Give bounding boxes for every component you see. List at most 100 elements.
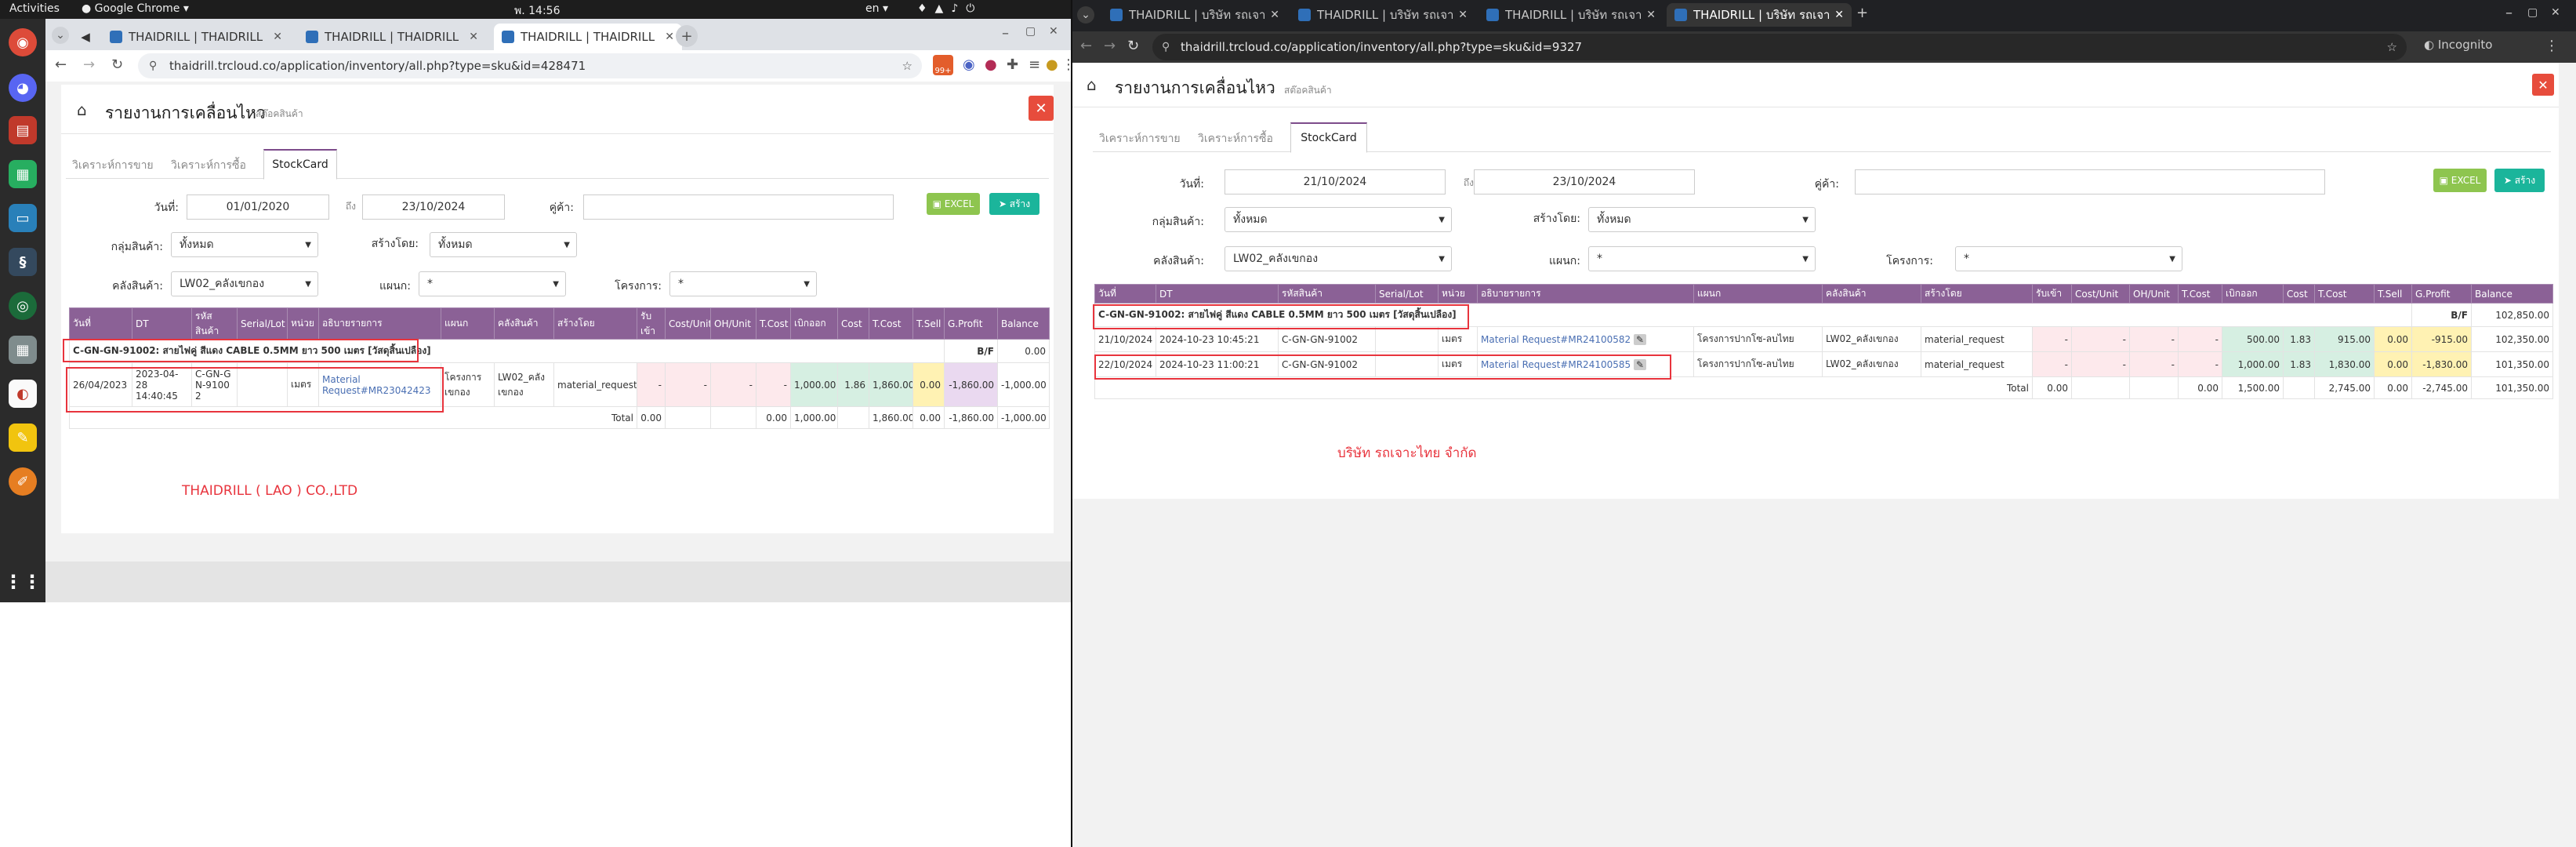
back-icon[interactable]: ← — [1080, 38, 1092, 54]
project-select[interactable]: * ▼ — [1955, 246, 2182, 271]
col-header[interactable]: รหัสสินค้า — [191, 307, 238, 340]
right-tab-3[interactable]: THAIDRILL | บริษัท รถเจาะ ✕ — [1478, 3, 1664, 27]
close-tab-icon[interactable]: ✕ — [1458, 9, 1468, 21]
right-address-bar[interactable]: ⚲ thaidrill.trcloud.co/application/inven… — [1152, 34, 2407, 60]
col-header[interactable]: Serial/Lot — [237, 307, 288, 340]
excel-button[interactable]: ▣ EXCEL — [927, 193, 980, 215]
home-icon[interactable]: ⌂ — [77, 100, 87, 119]
right-tab-4-active[interactable]: THAIDRILL | บริษัท รถเจาะ ✕ — [1667, 3, 1852, 27]
tab-sales-analysis[interactable]: วิเคราะห์การขาย — [1093, 125, 1187, 152]
spreadsheet-dock-icon[interactable]: ▦ — [9, 160, 37, 188]
terminal-dock-icon[interactable]: § — [9, 248, 37, 276]
home-icon[interactable]: ⌂ — [1087, 75, 1097, 94]
material-request-link[interactable]: Material Request#MR24100585 — [1481, 359, 1631, 370]
date-to-input[interactable]: 23/10/2024 — [362, 194, 505, 220]
back-icon[interactable]: ← — [55, 56, 67, 73]
edit-pencil-icon[interactable]: ✎ — [1633, 358, 1647, 370]
warehouse-select[interactable]: LW02_คลังเขกอง ▼ — [1225, 246, 1452, 271]
editor-dock-icon[interactable]: ✐ — [9, 467, 37, 496]
media-icon[interactable]: ≡ — [1029, 56, 1040, 73]
col-header[interactable]: วันที่ — [1094, 284, 1156, 304]
dept-select[interactable]: * ▼ — [419, 271, 566, 296]
col-header[interactable]: วันที่ — [69, 307, 132, 340]
col-header[interactable]: รหัสสินค้า — [1278, 284, 1376, 304]
status-icons[interactable]: ♦▲♪⏻ — [917, 2, 982, 15]
right-tab-1[interactable]: THAIDRILL | บริษัท รถเจาะ ✕ — [1102, 3, 1287, 27]
excel-button[interactable]: ▣ EXCEL — [2433, 169, 2487, 192]
close-window-icon[interactable]: ✕ — [1049, 25, 1058, 38]
col-header[interactable]: แผนก — [441, 307, 495, 340]
discord-dock-icon[interactable]: ◕ — [9, 74, 37, 102]
right-tab-2[interactable]: THAIDRILL | บริษัท รถเจาะ ✕ — [1290, 3, 1475, 27]
col-header[interactable]: T.Cost — [2314, 284, 2375, 304]
col-header[interactable]: แผนก — [1693, 284, 1823, 304]
edit-pencil-icon[interactable]: ✎ — [1633, 333, 1647, 345]
col-header[interactable]: Cost/Unit — [2071, 284, 2130, 304]
col-header[interactable]: T.Sell — [912, 307, 945, 340]
col-header[interactable]: OH/Unit — [2129, 284, 2179, 304]
col-header[interactable]: T.Sell — [2374, 284, 2412, 304]
col-header[interactable]: Cost — [2283, 284, 2315, 304]
incognito-indicator[interactable]: ◐ Incognito — [2424, 38, 2492, 52]
left-tab-2[interactable]: THAIDRILL | THAIDRILL | ✕ — [298, 24, 486, 50]
col-header[interactable]: T.Cost — [756, 307, 791, 340]
col-header[interactable]: หน่วย — [1438, 284, 1478, 304]
left-tab-1[interactable]: THAIDRILL | THAIDRILL | ✕ — [102, 24, 290, 50]
col-header[interactable]: เบิกออก — [790, 307, 838, 340]
date-to-input[interactable]: 23/10/2024 — [1474, 169, 1695, 194]
close-page-button[interactable]: ✕ — [1029, 96, 1054, 121]
partner-input[interactable] — [1855, 169, 2325, 194]
bookmark-star-icon[interactable]: ☆ — [902, 59, 912, 73]
col-header[interactable]: T.Cost — [2178, 284, 2222, 304]
creator-select[interactable]: ทั้งหมด ▼ — [430, 232, 577, 257]
chrome-menu-icon[interactable]: ⋮ — [2545, 38, 2559, 54]
close-tab-icon[interactable]: ✕ — [273, 31, 282, 43]
files-dock-icon[interactable]: ▤ — [9, 116, 37, 144]
close-tab-icon[interactable]: ✕ — [1270, 9, 1279, 21]
col-header[interactable]: Balance — [2471, 284, 2553, 304]
col-header[interactable]: คลังสินค้า — [494, 307, 554, 340]
partner-input[interactable] — [583, 194, 894, 220]
bookmark-star-icon[interactable]: ☆ — [2387, 40, 2397, 54]
document-dock-icon[interactable]: ▭ — [9, 204, 37, 232]
pinned-tab[interactable]: ◀ — [77, 24, 94, 50]
new-tab-icon[interactable]: + — [676, 25, 698, 47]
col-header[interactable]: อธิบายรายการ — [318, 307, 441, 340]
col-header[interactable]: คลังสินค้า — [1822, 284, 1921, 304]
material-request-link[interactable]: Material Request#MR23042423 — [322, 374, 431, 396]
site-info-icon[interactable]: ⚲ — [149, 60, 157, 72]
col-header[interactable]: Balance — [997, 307, 1050, 340]
col-header[interactable]: DT — [132, 307, 192, 340]
date-from-input[interactable]: 21/10/2024 — [1225, 169, 1446, 194]
close-tab-icon[interactable]: ✕ — [1834, 9, 1844, 21]
date-from-input[interactable]: 01/01/2020 — [187, 194, 329, 220]
profile-avatar[interactable]: ● — [1046, 56, 1058, 73]
dept-select[interactable]: * ▼ — [1588, 246, 1816, 271]
maximize-icon[interactable]: ▢ — [1025, 25, 1036, 38]
activities-button[interactable]: Activities — [9, 2, 60, 15]
minimize-icon[interactable]: – — [1002, 25, 1009, 42]
close-window-icon[interactable]: ✕ — [2551, 6, 2560, 19]
forward-icon[interactable]: → — [83, 56, 95, 73]
notes-dock-icon[interactable]: ✎ — [9, 424, 37, 452]
extension-icon[interactable]: ● — [985, 56, 997, 73]
create-button[interactable]: ➤ สร้าง — [989, 193, 1039, 215]
col-header[interactable]: T.Cost — [869, 307, 913, 340]
col-header[interactable]: Cost — [837, 307, 869, 340]
col-header[interactable]: สร้างโดย — [553, 307, 637, 340]
close-tab-icon[interactable]: ✕ — [469, 31, 478, 43]
browser-dock-icon[interactable]: ◎ — [9, 292, 37, 320]
tab-list-icon[interactable]: ⌄ — [52, 27, 69, 44]
col-header[interactable]: Serial/Lot — [1375, 284, 1439, 304]
reload-icon[interactable]: ↻ — [1127, 38, 1139, 54]
col-header[interactable]: G.Profit — [944, 307, 998, 340]
minimize-icon[interactable]: – — [2505, 5, 2513, 21]
forward-icon[interactable]: → — [1104, 38, 1116, 54]
app-dock-icon[interactable]: ◐ — [9, 380, 37, 408]
tab-purchase-analysis[interactable]: วิเคราะห์การซื้อ — [1192, 125, 1279, 152]
col-header[interactable]: OH/Unit — [710, 307, 756, 340]
app-grid-icon[interactable]: ⋮⋮ — [4, 568, 42, 596]
language-indicator[interactable]: en ▾ — [865, 2, 888, 15]
project-select[interactable]: * ▼ — [669, 271, 817, 296]
maximize-icon[interactable]: ▢ — [2527, 6, 2538, 19]
